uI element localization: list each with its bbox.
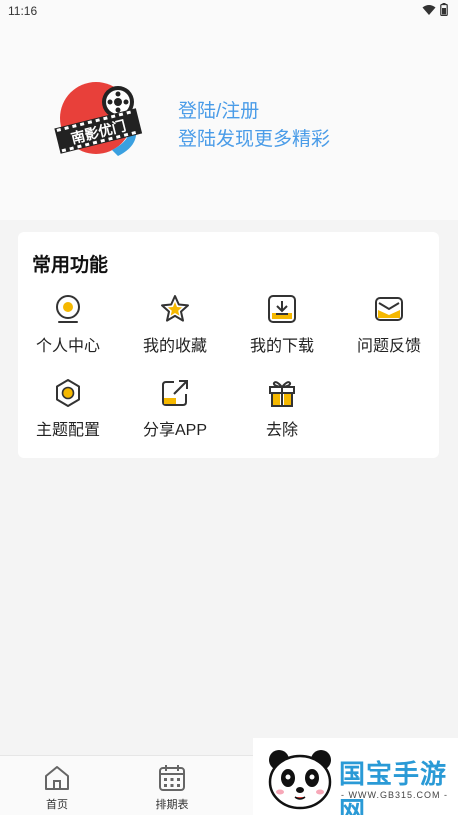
status-icons (422, 3, 448, 16)
function-label: 个人中心 (35, 338, 100, 355)
function-label: 我的收藏 (142, 338, 207, 355)
remove-button[interactable]: 去除 (232, 378, 332, 448)
gift-icon (269, 381, 295, 407)
share-app-button[interactable]: 分享APP (125, 378, 225, 448)
common-functions-card: 常用功能 个人中心 我的收藏 我的下载 问题反馈 主题配置 分享APP 去除 (18, 232, 439, 458)
download-icon (268, 295, 296, 323)
function-label: 分享APP (142, 422, 208, 439)
login-subtitle: 登陆发现更多精彩 (178, 129, 331, 150)
home-icon (45, 766, 69, 790)
function-label: 去除 (265, 422, 298, 439)
watermark: 国宝手游网 - WWW.GB315.COM - (253, 738, 458, 815)
watermark-url: - WWW.GB315.COM - (341, 790, 448, 800)
battery-icon (440, 3, 448, 16)
nav-label: 首页 (46, 799, 68, 811)
feedback-button[interactable]: 问题反馈 (339, 294, 439, 364)
function-label: 我的下载 (249, 338, 314, 355)
nav-schedule[interactable]: 排期表 (142, 764, 202, 812)
status-bar: 11:16 (0, 0, 458, 24)
function-label: 问题反馈 (356, 338, 421, 355)
watermark-brand: 国宝手游网 (339, 760, 448, 815)
my-favorites-button[interactable]: 我的收藏 (125, 294, 225, 364)
user-icon (56, 295, 80, 323)
calendar-icon (159, 765, 185, 791)
theme-icon (56, 379, 80, 407)
personal-center-button[interactable]: 个人中心 (18, 294, 118, 364)
section-title: 常用功能 (32, 255, 109, 276)
mail-icon (375, 297, 403, 321)
app-logo[interactable]: 南影优门 (52, 80, 144, 160)
profile-header: 南影优门 登陆/注册 登陆发现更多精彩 (0, 24, 458, 220)
nav-home[interactable]: 首页 (27, 764, 87, 812)
login-register-link[interactable]: 登陆/注册 (178, 96, 259, 123)
wifi-icon (422, 4, 436, 15)
share-icon (162, 380, 188, 406)
star-icon (161, 295, 189, 322)
theme-settings-button[interactable]: 主题配置 (18, 378, 118, 448)
my-downloads-button[interactable]: 我的下载 (232, 294, 332, 364)
panda-icon (268, 750, 332, 810)
nav-label: 排期表 (155, 799, 189, 811)
function-label: 主题配置 (35, 422, 100, 439)
status-time: 11:16 (8, 4, 38, 18)
